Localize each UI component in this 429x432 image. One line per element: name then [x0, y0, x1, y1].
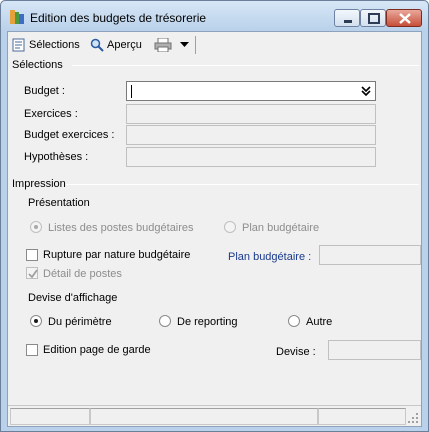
text-caret	[131, 85, 132, 98]
plan-budgetaire-field[interactable]	[319, 245, 421, 265]
print-icon	[154, 38, 172, 52]
selections-group-title: Sélections	[12, 59, 63, 71]
budget-exercices-field[interactable]	[126, 125, 376, 145]
selections-group-line	[72, 65, 419, 66]
plan-budgetaire-label: Plan budgétaire :	[228, 251, 312, 263]
radio-listes-postes-label: Listes des postes budgétaires	[48, 222, 194, 234]
app-icon	[10, 10, 24, 24]
impression-group-title: Impression	[12, 178, 66, 190]
radio-autre[interactable]	[288, 315, 300, 327]
status-cell-1	[10, 408, 90, 425]
minimize-icon	[344, 20, 352, 23]
detail-postes-checkbox[interactable]	[26, 267, 38, 279]
radio-de-reporting-label: De reporting	[177, 316, 238, 328]
maximize-icon	[368, 13, 380, 24]
toolbar-separator	[195, 36, 196, 54]
dropdown-arrow-icon	[180, 42, 189, 47]
preview-label: Aperçu	[107, 39, 142, 51]
detail-postes-label: Détail de postes	[43, 268, 122, 280]
title-bar[interactable]: Edition des budgets de trésorerie	[1, 1, 428, 31]
rupture-label: Rupture par nature budgétaire	[43, 249, 191, 261]
minimize-button[interactable]	[334, 9, 360, 27]
impression-group-line	[66, 184, 419, 185]
status-bar	[8, 405, 421, 426]
radio-plan-budgetaire[interactable]	[224, 221, 236, 233]
selections-button[interactable]: Sélections	[12, 36, 80, 54]
radio-listes-postes[interactable]	[30, 221, 42, 233]
toolbar: Sélections Aperçu	[8, 32, 421, 58]
radio-plan-budgetaire-label: Plan budgétaire	[242, 222, 320, 234]
maximize-button[interactable]	[360, 9, 386, 27]
devise-label: Devise :	[276, 346, 316, 358]
status-cell-3	[318, 408, 406, 425]
window: Edition des budgets de trésorerie Sélect…	[0, 0, 429, 432]
budget-exercices-label: Budget exercices :	[24, 129, 115, 141]
preview-icon	[90, 38, 104, 52]
exercices-label: Exercices :	[24, 108, 78, 120]
exercices-field[interactable]	[126, 104, 376, 124]
preview-button[interactable]: Aperçu	[90, 36, 142, 54]
hypotheses-label: Hypothèses :	[24, 151, 89, 163]
selections-label: Sélections	[29, 39, 80, 51]
devise-field[interactable]	[328, 340, 421, 360]
presentation-label: Présentation	[28, 197, 90, 209]
radio-du-perimetre-label: Du périmètre	[48, 316, 112, 328]
budget-combo[interactable]	[126, 81, 376, 101]
print-button[interactable]	[154, 36, 172, 54]
combo-dropdown-icon[interactable]	[360, 85, 372, 97]
edition-page-garde-checkbox[interactable]	[26, 344, 38, 356]
client-area: Sélections Aperçu Sélections Budget: Ex…	[7, 31, 422, 427]
selections-icon	[12, 38, 25, 52]
print-dropdown-button[interactable]	[180, 36, 189, 54]
close-button[interactable]	[386, 9, 422, 27]
close-icon	[399, 13, 411, 24]
checkmark-icon	[28, 269, 38, 279]
radio-autre-label: Autre	[306, 316, 333, 328]
devise-affichage-label: Devise d'affichage	[28, 292, 118, 304]
budget-label: Budget :	[24, 85, 65, 97]
edition-page-garde-label: Edition page de garde	[43, 344, 151, 356]
window-title: Edition des budgets de trésorerie	[30, 11, 207, 25]
rupture-checkbox[interactable]	[26, 249, 38, 261]
resize-grip-icon[interactable]	[408, 413, 419, 424]
radio-du-perimetre[interactable]	[30, 315, 42, 327]
radio-de-reporting[interactable]	[159, 315, 171, 327]
hypotheses-field[interactable]	[126, 147, 376, 167]
status-cell-2	[90, 408, 318, 425]
